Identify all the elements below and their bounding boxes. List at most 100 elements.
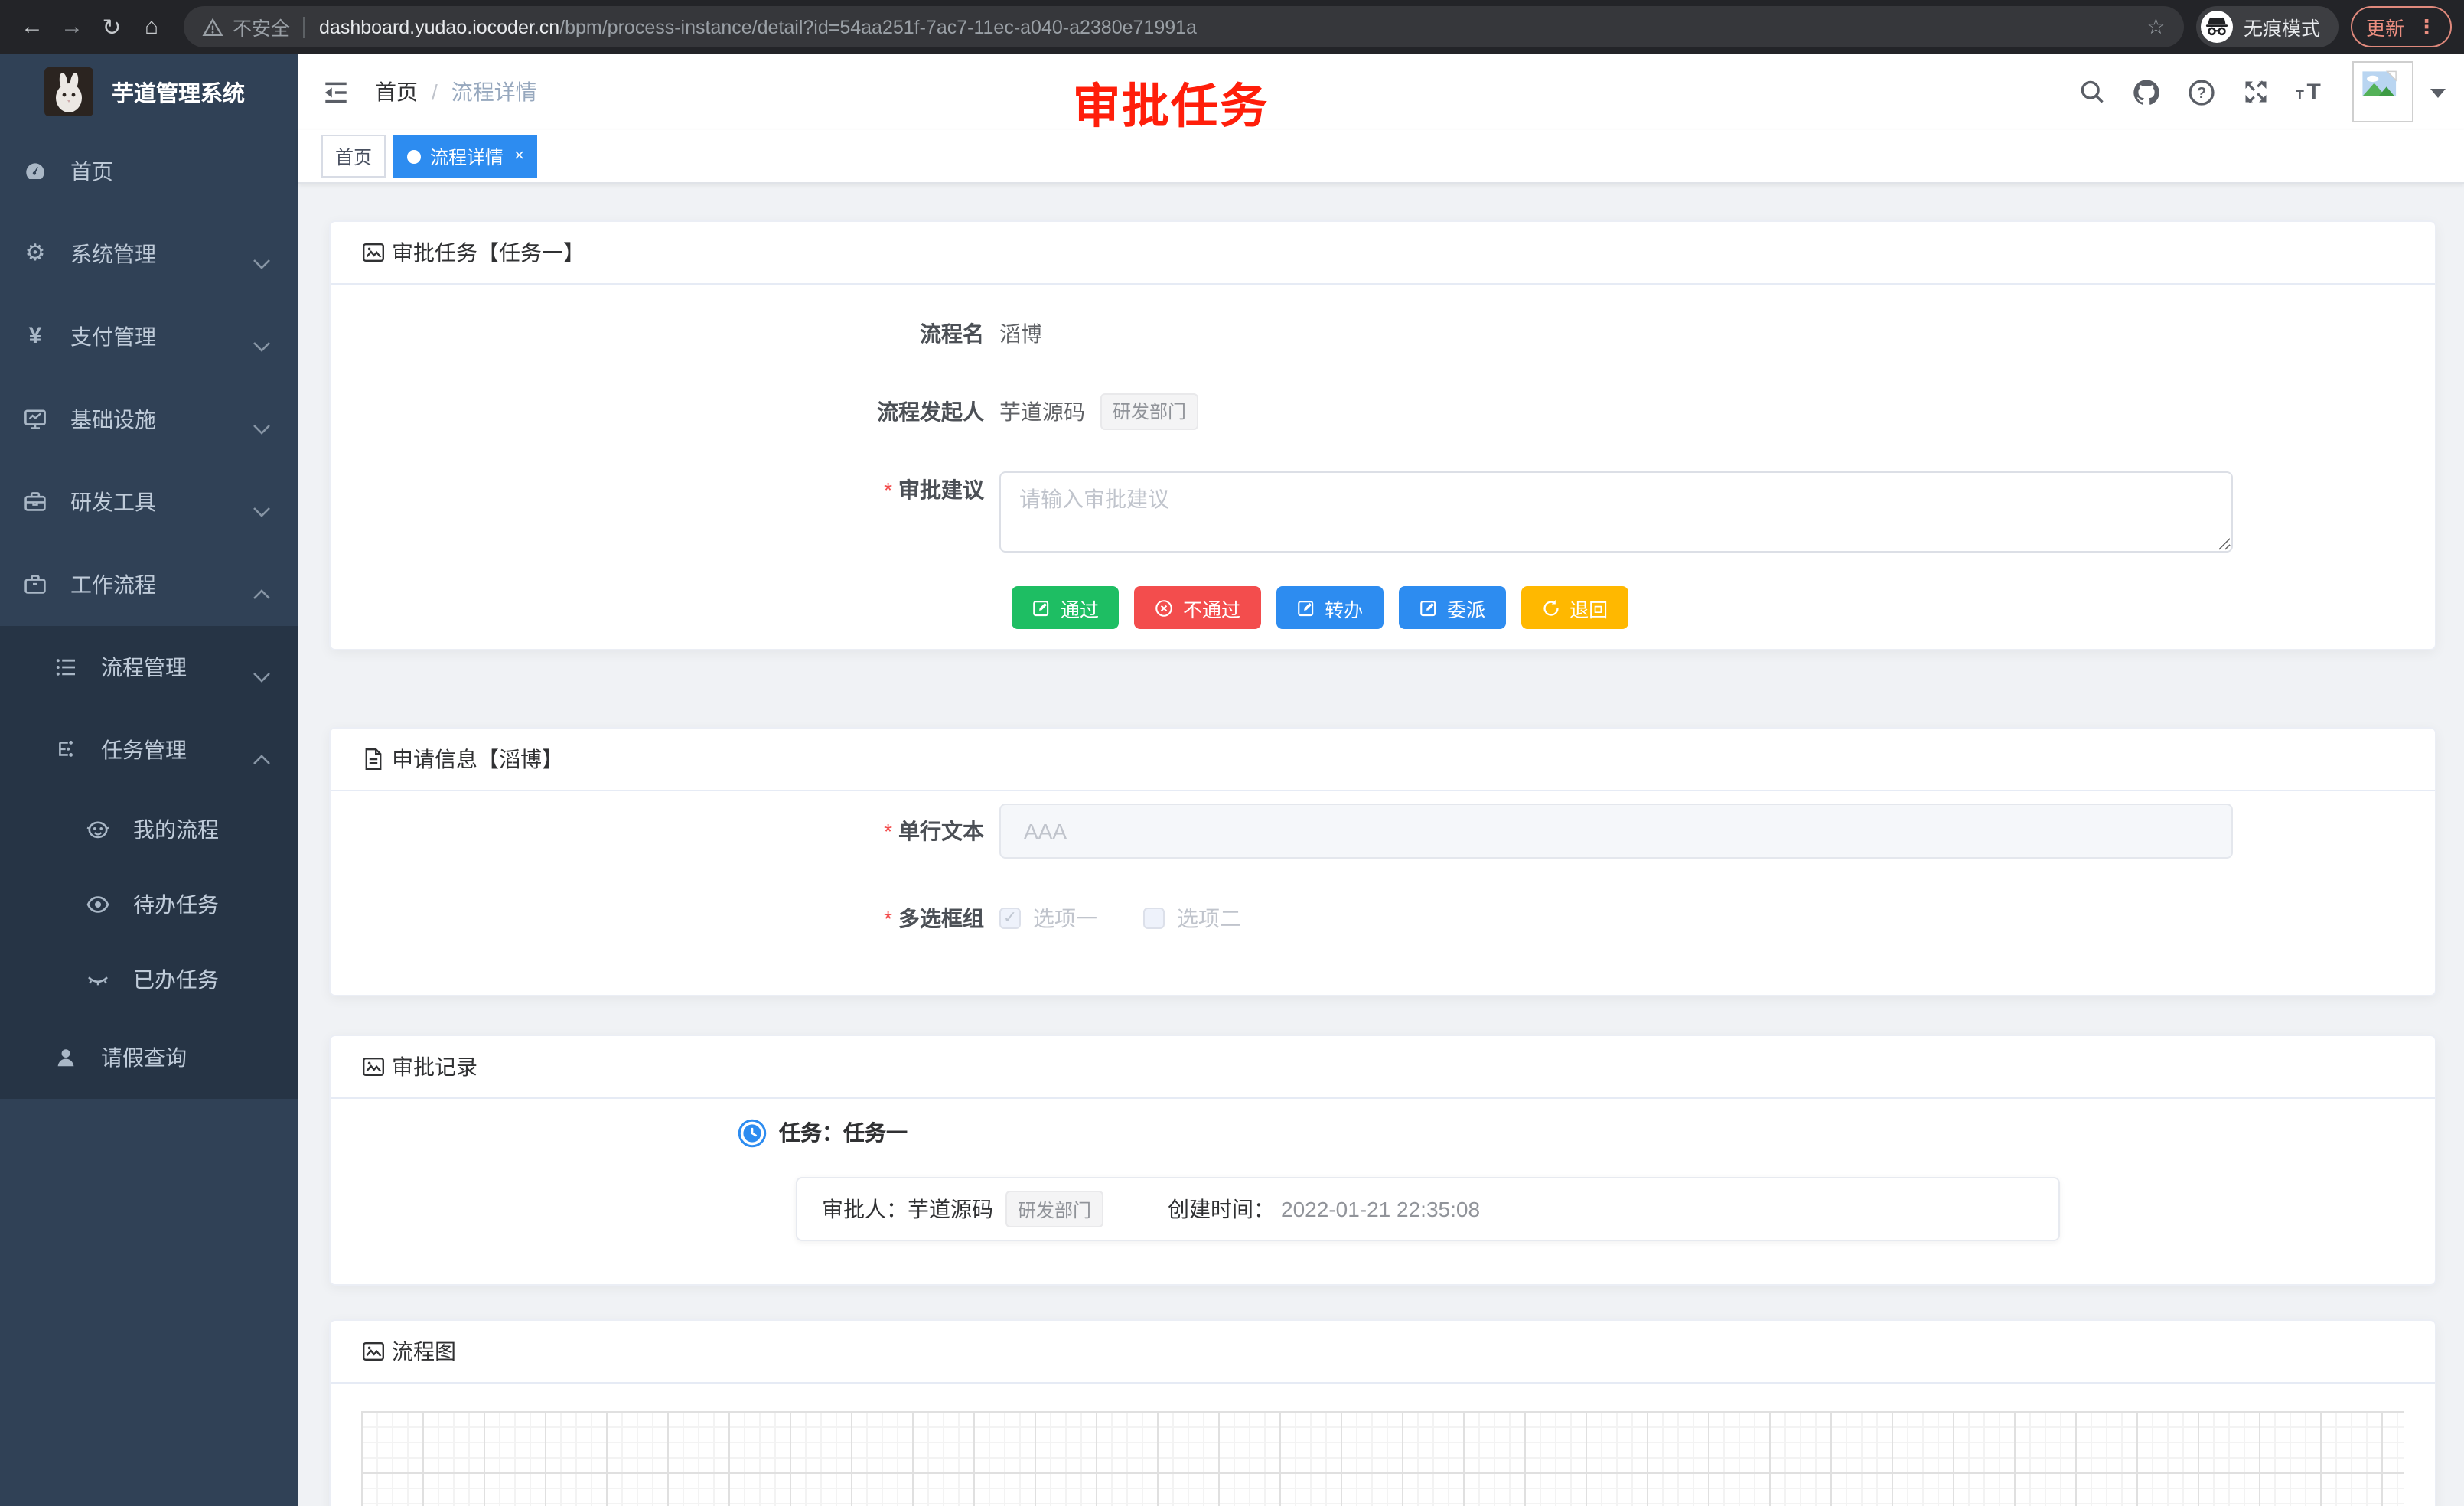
sidebar-item-system[interactable]: ⚙ 系统管理: [0, 213, 298, 295]
button-label: 退回: [1569, 593, 1608, 622]
sidebar-collapse-icon[interactable]: [298, 77, 350, 106]
incognito-badge: 无痕模式: [2196, 6, 2339, 47]
navbar: 首页 / 流程详情 审批任务 ?: [298, 54, 2464, 130]
sidebar-item-label: 基础设施: [70, 404, 156, 435]
forward-icon[interactable]: →: [52, 7, 92, 47]
app-logo: [44, 67, 93, 116]
sidebar-item-task-mgmt[interactable]: 任务管理: [0, 709, 298, 791]
sidebar-item-label: 工作流程: [70, 569, 156, 600]
card-title: 流程图: [392, 1336, 456, 1367]
delegate-button[interactable]: 委派: [1398, 586, 1505, 629]
help-icon[interactable]: ?: [2187, 77, 2216, 106]
sidebar-item-label: 我的流程: [133, 813, 219, 844]
yen-icon: ¥: [21, 324, 49, 349]
incognito-icon: [2201, 11, 2233, 43]
sidebar-item-home[interactable]: 首页: [0, 130, 298, 213]
update-button[interactable]: 更新 ⋮: [2351, 6, 2452, 47]
breadcrumb: 首页 / 流程详情: [375, 77, 537, 107]
starter-name: 芋道源码: [999, 393, 1085, 430]
sidebar-item-infra[interactable]: 基础设施: [0, 378, 298, 461]
svg-text:T: T: [2306, 80, 2320, 105]
create-time-value: 2022-01-21 22:35:08: [1281, 1197, 1480, 1221]
application-info-card: 申请信息【滔博】 单行文本 多选框组: [329, 727, 2436, 996]
tab-label: 首页: [335, 143, 372, 169]
svg-text:?: ?: [2197, 84, 2206, 101]
sidebar-logo-row[interactable]: 芋道管理系统: [0, 54, 298, 130]
checkbox-label: 选项一: [1033, 903, 1097, 934]
annotation-text: 审批任务: [1073, 67, 1269, 136]
menu-dots-icon[interactable]: ⋮: [2417, 15, 2436, 39]
starter-value: 芋道源码 研发部门: [999, 393, 1198, 430]
approver-name: 芋道源码: [908, 1194, 993, 1224]
back-icon[interactable]: ←: [12, 7, 52, 47]
picture-outline-icon: [361, 240, 386, 265]
approve-button[interactable]: 通过: [1012, 586, 1119, 629]
sidebar-item-pay[interactable]: ¥ 支付管理: [0, 295, 298, 378]
incognito-label: 无痕模式: [2244, 12, 2320, 41]
fullscreen-icon[interactable]: [2242, 78, 2270, 106]
tab-process-detail[interactable]: 流程详情 ×: [393, 135, 538, 178]
org-tree-icon: [52, 738, 80, 762]
sidebar-item-workflow[interactable]: 工作流程: [0, 543, 298, 626]
user-icon: [52, 1045, 80, 1070]
sidebar-item-my-process[interactable]: 我的流程: [0, 791, 298, 866]
eye-open-icon: [84, 892, 112, 916]
breadcrumb-home[interactable]: 首页: [375, 77, 418, 107]
process-name-label: 流程名: [816, 315, 984, 352]
close-icon[interactable]: ×: [514, 147, 524, 165]
picture-outline-icon: [361, 1339, 386, 1364]
bookmark-star-icon[interactable]: ☆: [2134, 14, 2166, 40]
app-root: ← → ↻ ⌂ 不安全 dashboard.yudao.iocoder.cn /…: [0, 0, 2464, 1506]
sidebar-item-label: 首页: [70, 156, 113, 187]
chevron-down-icon: [253, 332, 271, 357]
picture-outline-icon: [361, 1055, 386, 1079]
briefcase-icon: [21, 572, 49, 597]
suggest-label: 审批建议: [816, 471, 984, 553]
approval-task-card: 审批任务【任务一】 流程名 滔博 流程发起人 芋道源码: [329, 220, 2436, 650]
svg-text:T: T: [2296, 87, 2304, 103]
bpmn-grid-canvas[interactable]: [361, 1411, 2404, 1506]
search-icon[interactable]: [2078, 78, 2106, 106]
caret-down-icon[interactable]: [2430, 78, 2446, 106]
face-icon: [84, 817, 112, 841]
sidebar-item-process-mgmt[interactable]: 流程管理: [0, 626, 298, 709]
sidebar-item-leave-query[interactable]: 请假查询: [0, 1016, 298, 1099]
sidebar-item-label: 研发工具: [70, 487, 156, 517]
eye-closed-icon: [84, 967, 112, 991]
transfer-button[interactable]: 转办: [1276, 586, 1383, 629]
page-content: 审批任务【任务一】 流程名 滔博 流程发起人 芋道源码: [298, 184, 2464, 1506]
chevron-up-icon: [253, 745, 271, 770]
dashboard-icon: [21, 159, 49, 184]
suggest-textarea[interactable]: [999, 471, 2233, 553]
home-icon[interactable]: ⌂: [132, 7, 171, 47]
github-icon[interactable]: [2132, 77, 2161, 106]
font-size-icon[interactable]: TT: [2296, 78, 2326, 106]
reload-icon[interactable]: ↻: [92, 7, 132, 47]
app-title: 芋道管理系统: [112, 76, 245, 108]
sidebar-item-label: 系统管理: [70, 239, 156, 269]
return-button[interactable]: 退回: [1520, 586, 1628, 629]
checkbox-option2: 选项二: [1143, 903, 1241, 934]
address-bar[interactable]: 不安全 dashboard.yudao.iocoder.cn /bpm/proc…: [184, 6, 2184, 47]
url-path: /bpm/process-instance/detail?id=54aa251f…: [559, 16, 1197, 37]
sidebar-item-done-tasks[interactable]: 已办任务: [0, 941, 298, 1016]
reject-button[interactable]: 不通过: [1134, 586, 1260, 629]
browser-toolbar: ← → ↻ ⌂ 不安全 dashboard.yudao.iocoder.cn /…: [0, 0, 2464, 54]
approver-box: 审批人： 芋道源码 研发部门 创建时间： 2022-01-21 22:35:08: [796, 1177, 2060, 1241]
card-header: 申请信息【滔博】: [331, 729, 2435, 791]
sidebar-item-todo-tasks[interactable]: 待办任务: [0, 866, 298, 941]
breadcrumb-current: 流程详情: [451, 77, 537, 107]
sidebar-item-label: 已办任务: [133, 963, 219, 994]
button-label: 通过: [1061, 593, 1099, 622]
breadcrumb-separator: /: [432, 80, 438, 104]
button-label: 不通过: [1183, 593, 1240, 622]
list-tree-icon: [52, 655, 80, 680]
tab-home[interactable]: 首页: [321, 135, 386, 178]
card-header: 审批记录: [331, 1036, 2435, 1099]
sidebar-item-devtools[interactable]: 研发工具: [0, 461, 298, 543]
dept-tag: 研发部门: [1100, 393, 1198, 430]
avatar[interactable]: [2352, 61, 2413, 122]
main-area: 首页 / 流程详情 审批任务 ?: [298, 54, 2464, 1506]
card-title: 审批任务【任务一】: [392, 237, 585, 268]
checkbox-label: 选项二: [1177, 903, 1241, 934]
